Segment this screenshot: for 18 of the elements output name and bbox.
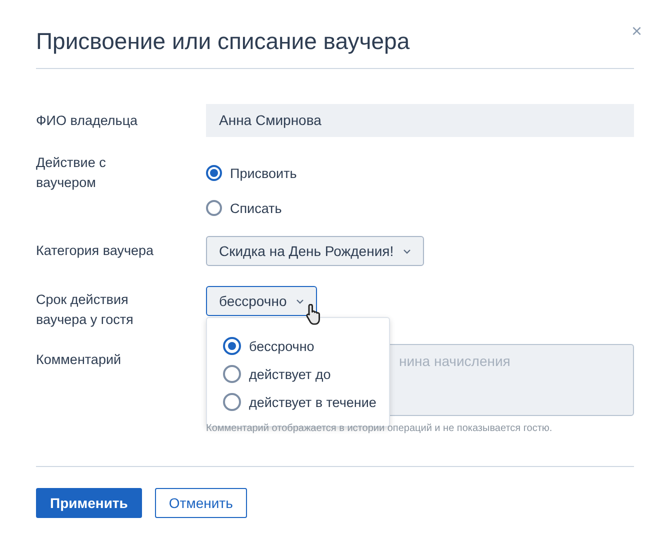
- cancel-button[interactable]: Отменить: [154, 488, 247, 518]
- caret-icon: [402, 248, 411, 254]
- hint-text: Комментарий отображается в истории операций и не показывается гостю.: [206, 423, 554, 434]
- radio-option[interactable]: Списать: [206, 198, 634, 218]
- caret-icon: [296, 298, 304, 304]
- field-label: ФИО владельца: [36, 112, 139, 130]
- radio-option[interactable]: Присвоить: [206, 163, 634, 183]
- field-label: Срок действия ваучера у гостя: [36, 291, 134, 329]
- placeholder-text: нина начисления: [399, 353, 510, 369]
- field-label: Действие с ваучером: [36, 154, 107, 192]
- field-label: Категория ваучера: [36, 242, 155, 260]
- apply-button[interactable]: Применить: [36, 488, 142, 518]
- radio-option[interactable]: действует в течение: [223, 388, 389, 416]
- field-label: Комментарий: [36, 351, 122, 369]
- dropdown[interactable]: Скидка на День Рождения!: [206, 236, 424, 266]
- dialog-title: Присвоение или списание ваучера: [36, 28, 410, 55]
- name-field[interactable]: Анна Смирнова: [206, 104, 634, 137]
- radio-option[interactable]: действует до: [223, 360, 389, 388]
